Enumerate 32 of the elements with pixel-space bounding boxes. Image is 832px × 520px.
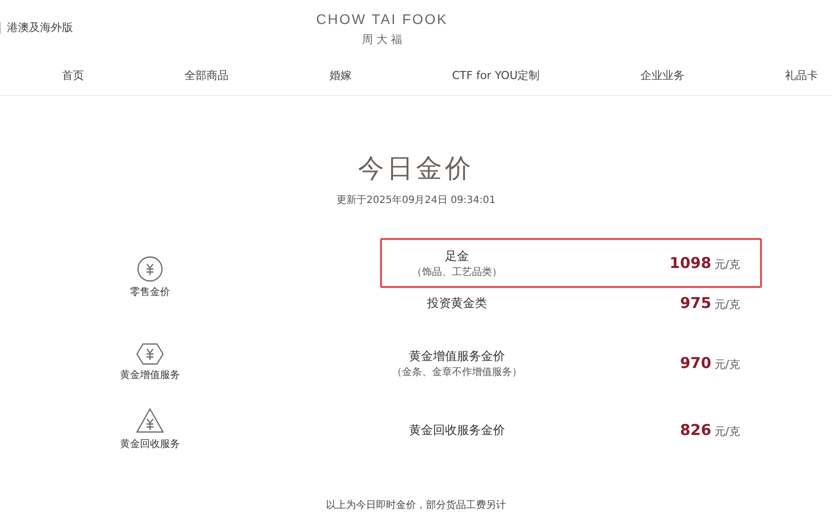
page-title: 今日金价 (358, 153, 474, 186)
price-name: 黄金回收服务金价 (409, 422, 505, 439)
nav-link[interactable]: 企业业务 (630, 68, 694, 84)
nav-link[interactable]: 首页 (52, 68, 94, 84)
price-name: 黄金增值服务金价 (409, 348, 505, 364)
price-note: （金条、金章不作增值服务） (392, 366, 522, 380)
price-unit: 元/克 (714, 356, 740, 373)
yen-recycle-icon (136, 408, 164, 434)
price-name: 投资黄金类 (427, 295, 487, 312)
logo-english: CHOW TAI FOOK (316, 10, 448, 29)
category-label: 零售金价 (130, 286, 170, 300)
price-value: 975 (680, 292, 712, 314)
price-value: 1098 (670, 252, 712, 274)
update-time: 更新于2025年09月24日 09:34:01 (336, 194, 496, 208)
category-label: 黄金回收服务 (120, 438, 180, 452)
logo-chinese: 周 大 福 (362, 32, 402, 48)
nav-link[interactable]: CTF for YOU定制 (442, 68, 550, 84)
yen-circle-icon (137, 256, 163, 282)
category-label: 黄金增值服务 (120, 368, 180, 383)
price-value: 826 (680, 420, 712, 441)
footnote: 以上为今日即时金价，部分货品工费另计 (326, 498, 506, 513)
nav-link[interactable]: 礼品卡 (774, 68, 828, 84)
price-name: 足金 (445, 248, 469, 264)
price-unit: 元/克 (714, 296, 740, 313)
price-value: 970 (680, 352, 712, 374)
region-link[interactable]: 港澳及海外版 (7, 20, 73, 36)
nav-link[interactable]: 婚嫁 (319, 68, 362, 84)
price-unit: 元/克 (714, 424, 740, 440)
nav-link[interactable]: 全部商品 (174, 68, 239, 84)
price-note: （饰品、工艺品类） (412, 266, 502, 280)
yen-gem-icon (136, 343, 164, 365)
price-unit: 元/克 (714, 256, 740, 273)
